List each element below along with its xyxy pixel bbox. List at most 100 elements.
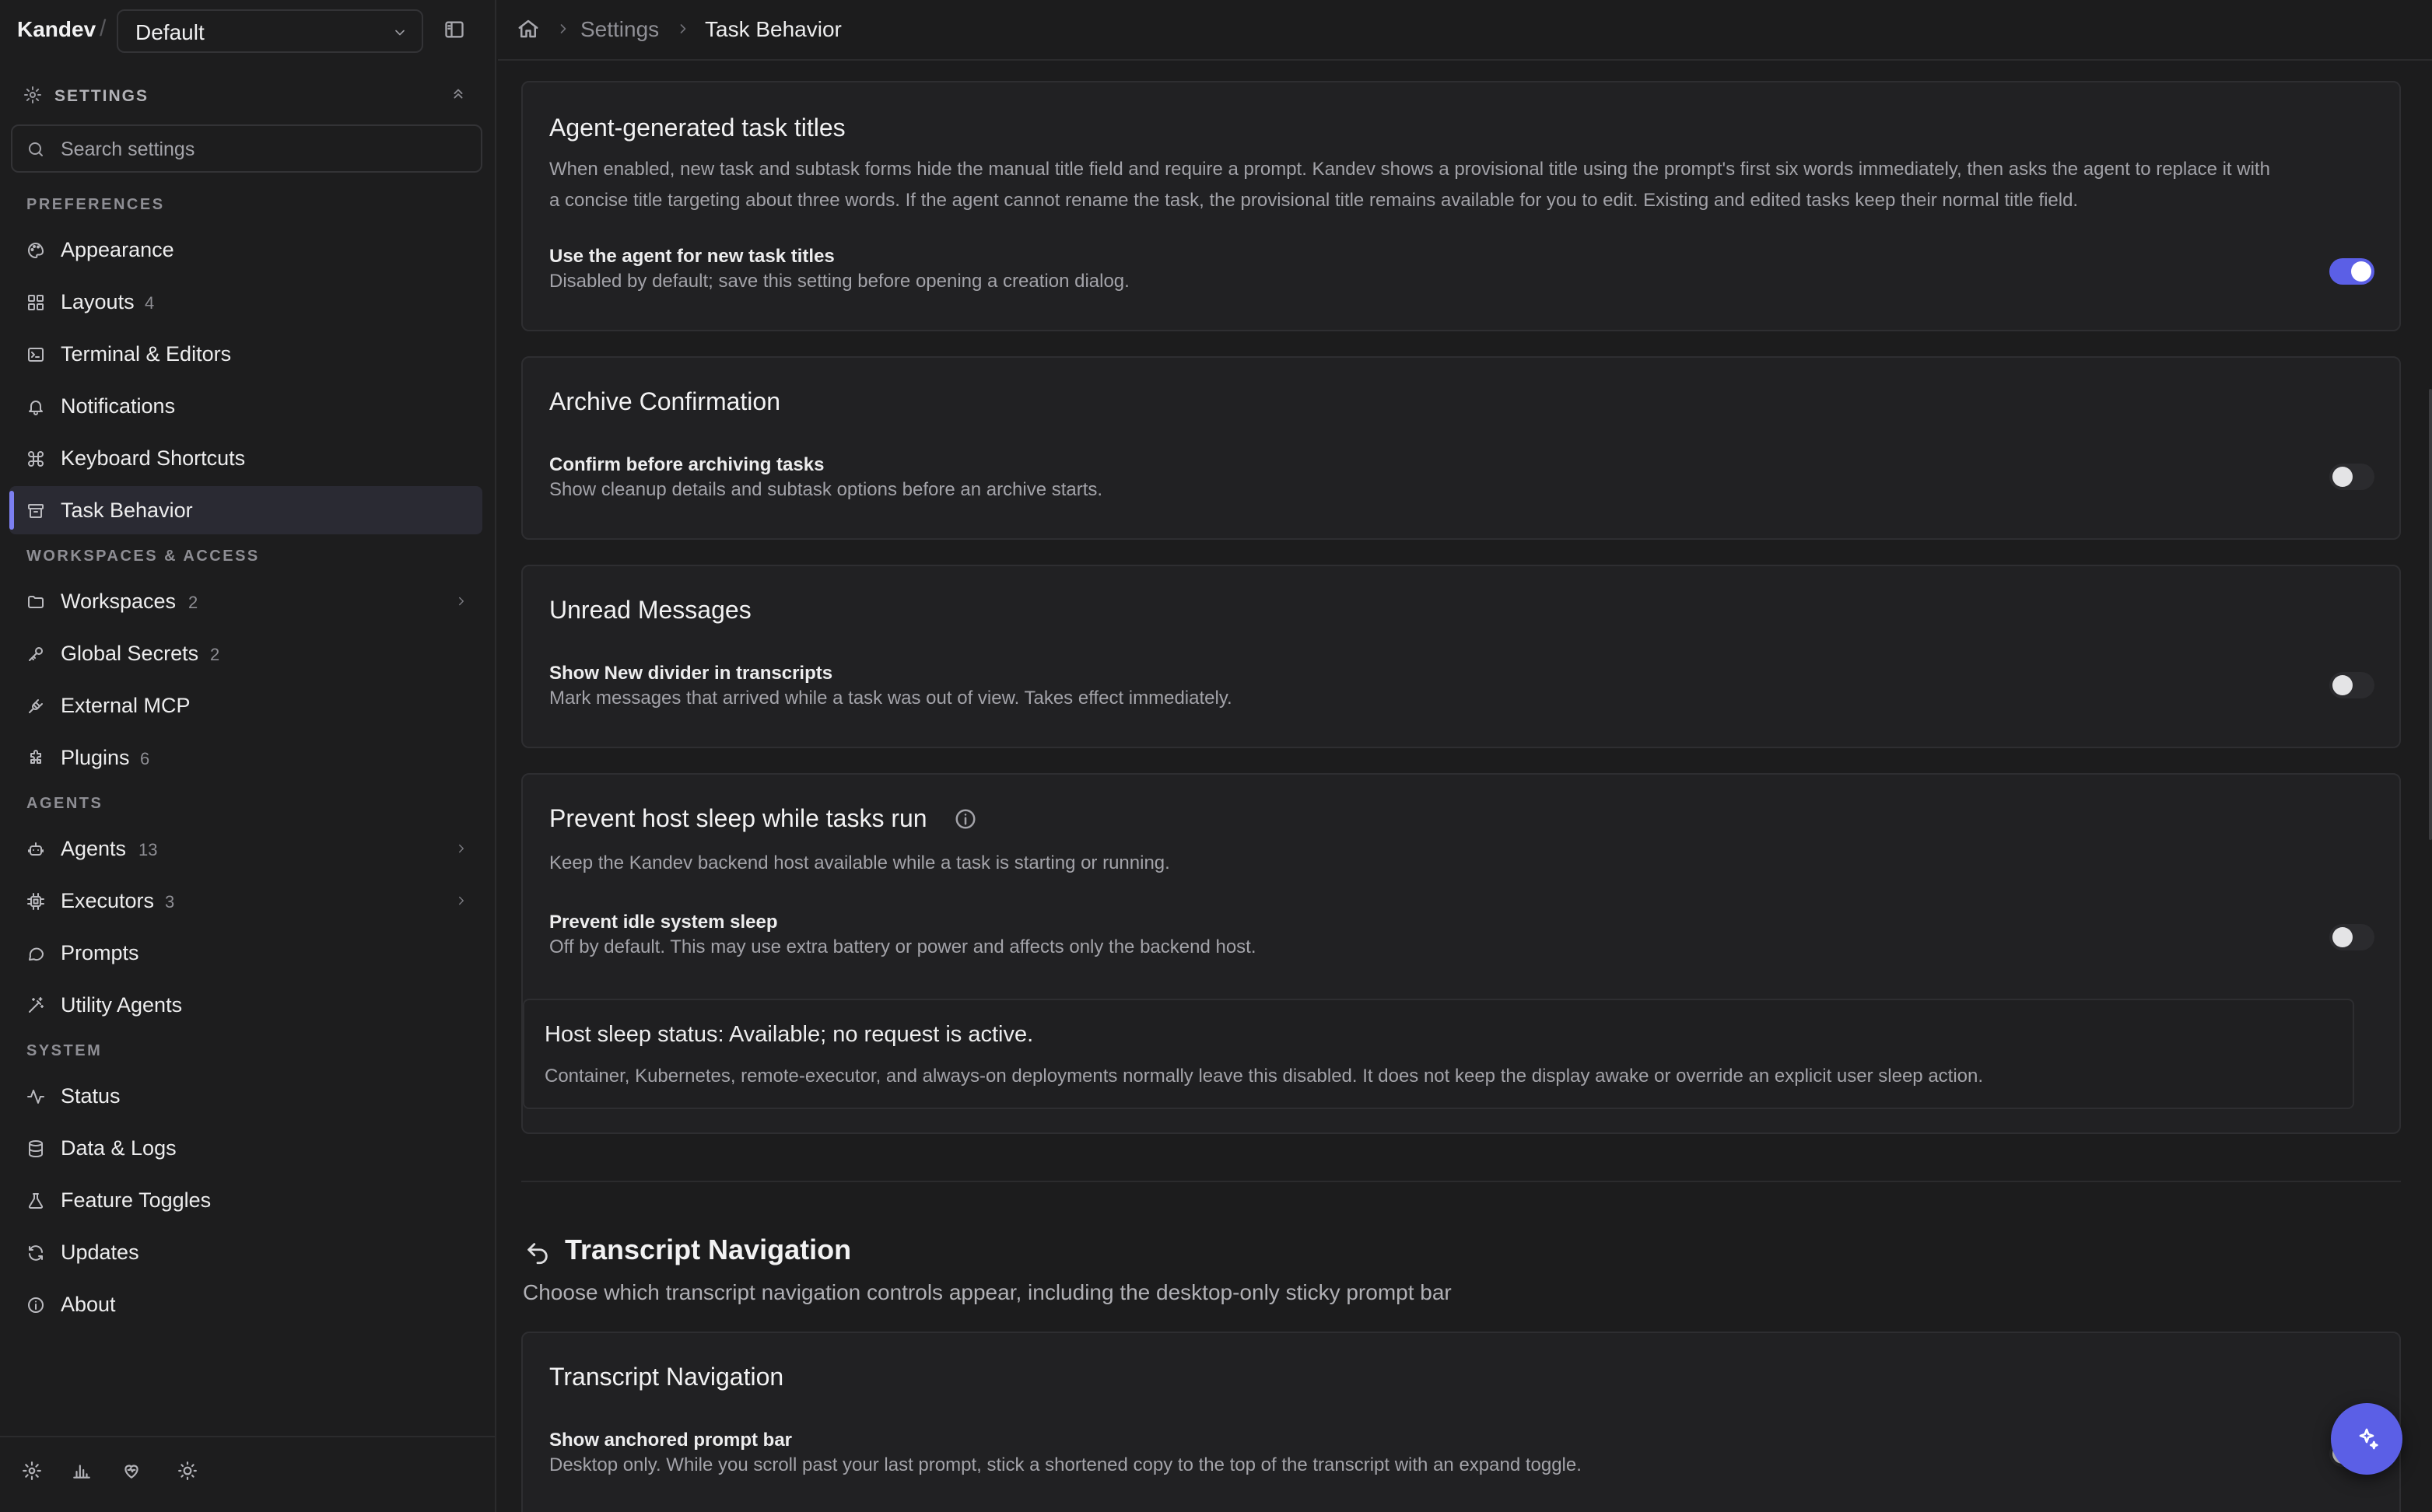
terminal-icon bbox=[26, 345, 45, 364]
home-icon[interactable] bbox=[517, 17, 540, 40]
sidebar-footer bbox=[0, 1436, 495, 1512]
card-description: Keep the Kandev backend host available w… bbox=[549, 852, 1170, 873]
bot-icon bbox=[26, 840, 45, 859]
refresh-icon bbox=[26, 1244, 45, 1262]
workspace-select-value: Default bbox=[135, 20, 205, 44]
settings-gear-icon[interactable] bbox=[22, 1461, 42, 1481]
sidebar-item-external-mcp[interactable]: External MCP bbox=[9, 681, 482, 730]
sidebar-item-label: Keyboard Shortcuts bbox=[61, 446, 246, 470]
section-title-agents: AGENTS bbox=[26, 795, 103, 812]
settings-sidebar: Kandev / Default SETTINGS PREFERENCES Ap… bbox=[0, 0, 496, 1512]
chevron-right-icon bbox=[555, 21, 571, 37]
sidebar-item-label: External MCP bbox=[61, 694, 191, 717]
section-divider bbox=[521, 1181, 2401, 1182]
sidebar-item-data-logs[interactable]: Data & Logs bbox=[9, 1124, 482, 1172]
sidebar-item-label: Layouts bbox=[61, 290, 135, 313]
breadcrumb-current: Task Behavior bbox=[705, 17, 842, 41]
sidebar-item-notifications[interactable]: Notifications bbox=[9, 382, 482, 430]
sidebar-item-label: Utility Agents bbox=[61, 993, 183, 1017]
sidebar-toggle-icon[interactable] bbox=[443, 19, 465, 40]
wand-icon bbox=[26, 996, 45, 1015]
assistant-fab-button[interactable] bbox=[2331, 1403, 2402, 1475]
sidebar-item-label: Appearance bbox=[61, 238, 174, 261]
sidebar-topbar: Kandev / Default bbox=[0, 0, 495, 61]
sidebar-item-label: Feature Toggles bbox=[61, 1188, 212, 1212]
unread-divider-toggle[interactable] bbox=[2329, 672, 2374, 698]
sidebar-item-count: 2 bbox=[210, 645, 220, 664]
sidebar-item-terminal-editors[interactable]: Terminal & Editors bbox=[9, 330, 482, 378]
card-description-line: When enabled, new task and subtask forms… bbox=[549, 159, 2270, 180]
folder-icon bbox=[26, 593, 45, 611]
toggle-knob bbox=[2332, 675, 2353, 695]
sidebar-item-label: Terminal & Editors bbox=[61, 342, 232, 366]
card-description-line: a concise title targeting about three wo… bbox=[549, 190, 2079, 211]
sidebar-item-count: 2 bbox=[188, 593, 198, 612]
info-icon[interactable] bbox=[954, 807, 977, 831]
theme-sun-icon[interactable] bbox=[177, 1461, 198, 1481]
sidebar-item-count: 13 bbox=[138, 840, 158, 859]
collapse-icon[interactable] bbox=[450, 86, 467, 103]
setting-description: Off by default. This may use extra batte… bbox=[549, 936, 1256, 957]
sidebar-item-status[interactable]: Status bbox=[9, 1072, 482, 1120]
health-icon[interactable] bbox=[121, 1461, 142, 1481]
card-archive-confirmation: Archive Confirmation Confirm before arch… bbox=[521, 356, 2401, 540]
plug-icon bbox=[26, 697, 45, 716]
sidebar-item-label: Task Behavior bbox=[61, 499, 193, 522]
scrollbar-thumb[interactable] bbox=[2429, 389, 2432, 840]
chevron-right-icon bbox=[454, 594, 468, 608]
setting-label: Show anchored prompt bar bbox=[549, 1430, 793, 1451]
sidebar-item-count: 6 bbox=[140, 749, 150, 768]
sidebar-item-task-behavior[interactable]: Task Behavior bbox=[9, 486, 482, 534]
setting-label: Show New divider in transcripts bbox=[549, 663, 833, 684]
card-title: Prevent host sleep while tasks run bbox=[549, 804, 927, 832]
sidebar-item-feature-toggles[interactable]: Feature Toggles bbox=[9, 1176, 482, 1224]
sidebar-item-global-secrets[interactable]: Global Secrets 2 bbox=[9, 629, 482, 677]
stats-chart-icon[interactable] bbox=[72, 1461, 92, 1481]
toggle-knob bbox=[2332, 927, 2353, 947]
prevent-sleep-toggle[interactable] bbox=[2329, 924, 2374, 950]
chevron-right-icon bbox=[675, 21, 691, 37]
bell-icon bbox=[26, 397, 45, 416]
sidebar-item-plugins[interactable]: Plugins 6 bbox=[9, 733, 482, 782]
card-transcript-navigation: Transcript Navigation Show anchored prom… bbox=[521, 1332, 2401, 1512]
top-breadcrumb-bar: Settings Task Behavior bbox=[498, 0, 2432, 61]
status-note: Container, Kubernetes, remote-executor, … bbox=[545, 1066, 1984, 1087]
sidebar-item-prompts[interactable]: Prompts bbox=[9, 929, 482, 977]
flask-icon bbox=[26, 1192, 45, 1210]
card-title: Unread Messages bbox=[549, 596, 752, 624]
sidebar-item-updates[interactable]: Updates bbox=[9, 1228, 482, 1276]
sidebar-item-layouts[interactable]: Layouts 4 bbox=[9, 278, 482, 326]
sidebar-item-count: 4 bbox=[145, 293, 155, 313]
archive-icon bbox=[26, 502, 45, 520]
archive-confirm-toggle[interactable] bbox=[2329, 464, 2374, 490]
workspace-select[interactable]: Default bbox=[117, 9, 423, 53]
search-icon bbox=[26, 140, 45, 159]
agent-titles-toggle[interactable] bbox=[2329, 258, 2374, 285]
card-title: Agent-generated task titles bbox=[549, 114, 846, 142]
host-sleep-status: Host sleep status: Available; no request… bbox=[523, 999, 2354, 1109]
card-description: When enabled, new task and subtask forms… bbox=[549, 154, 2270, 216]
chevron-right-icon bbox=[454, 894, 468, 908]
toggle-knob bbox=[2332, 467, 2353, 487]
section-title-workspaces-access: WORKSPACES & ACCESS bbox=[26, 548, 260, 565]
sidebar-item-workspaces[interactable]: Workspaces 2 bbox=[9, 577, 482, 625]
sidebar-item-agents[interactable]: Agents 13 bbox=[9, 824, 482, 873]
sidebar-settings-header: SETTINGS bbox=[23, 84, 467, 106]
sidebar-item-keyboard-shortcuts[interactable]: Keyboard Shortcuts bbox=[9, 434, 482, 482]
settings-search[interactable] bbox=[11, 124, 482, 173]
chevron-right-icon bbox=[454, 842, 468, 856]
sidebar-item-label: Notifications bbox=[61, 394, 176, 418]
breadcrumb-settings[interactable]: Settings bbox=[580, 17, 659, 42]
setting-description: Mark messages that arrived while a task … bbox=[549, 688, 1232, 709]
sidebar-item-label: Prompts bbox=[61, 941, 139, 964]
sidebar-item-count: 3 bbox=[165, 892, 175, 912]
sidebar-item-executors[interactable]: Executors 3 bbox=[9, 877, 482, 925]
sidebar-item-appearance[interactable]: Appearance bbox=[9, 226, 482, 274]
sidebar-item-about[interactable]: About bbox=[9, 1280, 482, 1328]
setting-label: Use the agent for new task titles bbox=[549, 246, 835, 267]
settings-content: Agent-generated task titles When enabled… bbox=[498, 62, 2432, 1512]
sidebar-item-utility-agents[interactable]: Utility Agents bbox=[9, 981, 482, 1029]
search-input[interactable] bbox=[61, 137, 465, 162]
brand-logo-text[interactable]: Kandev bbox=[17, 17, 96, 42]
sidebar-item-label: Executors bbox=[61, 889, 155, 912]
